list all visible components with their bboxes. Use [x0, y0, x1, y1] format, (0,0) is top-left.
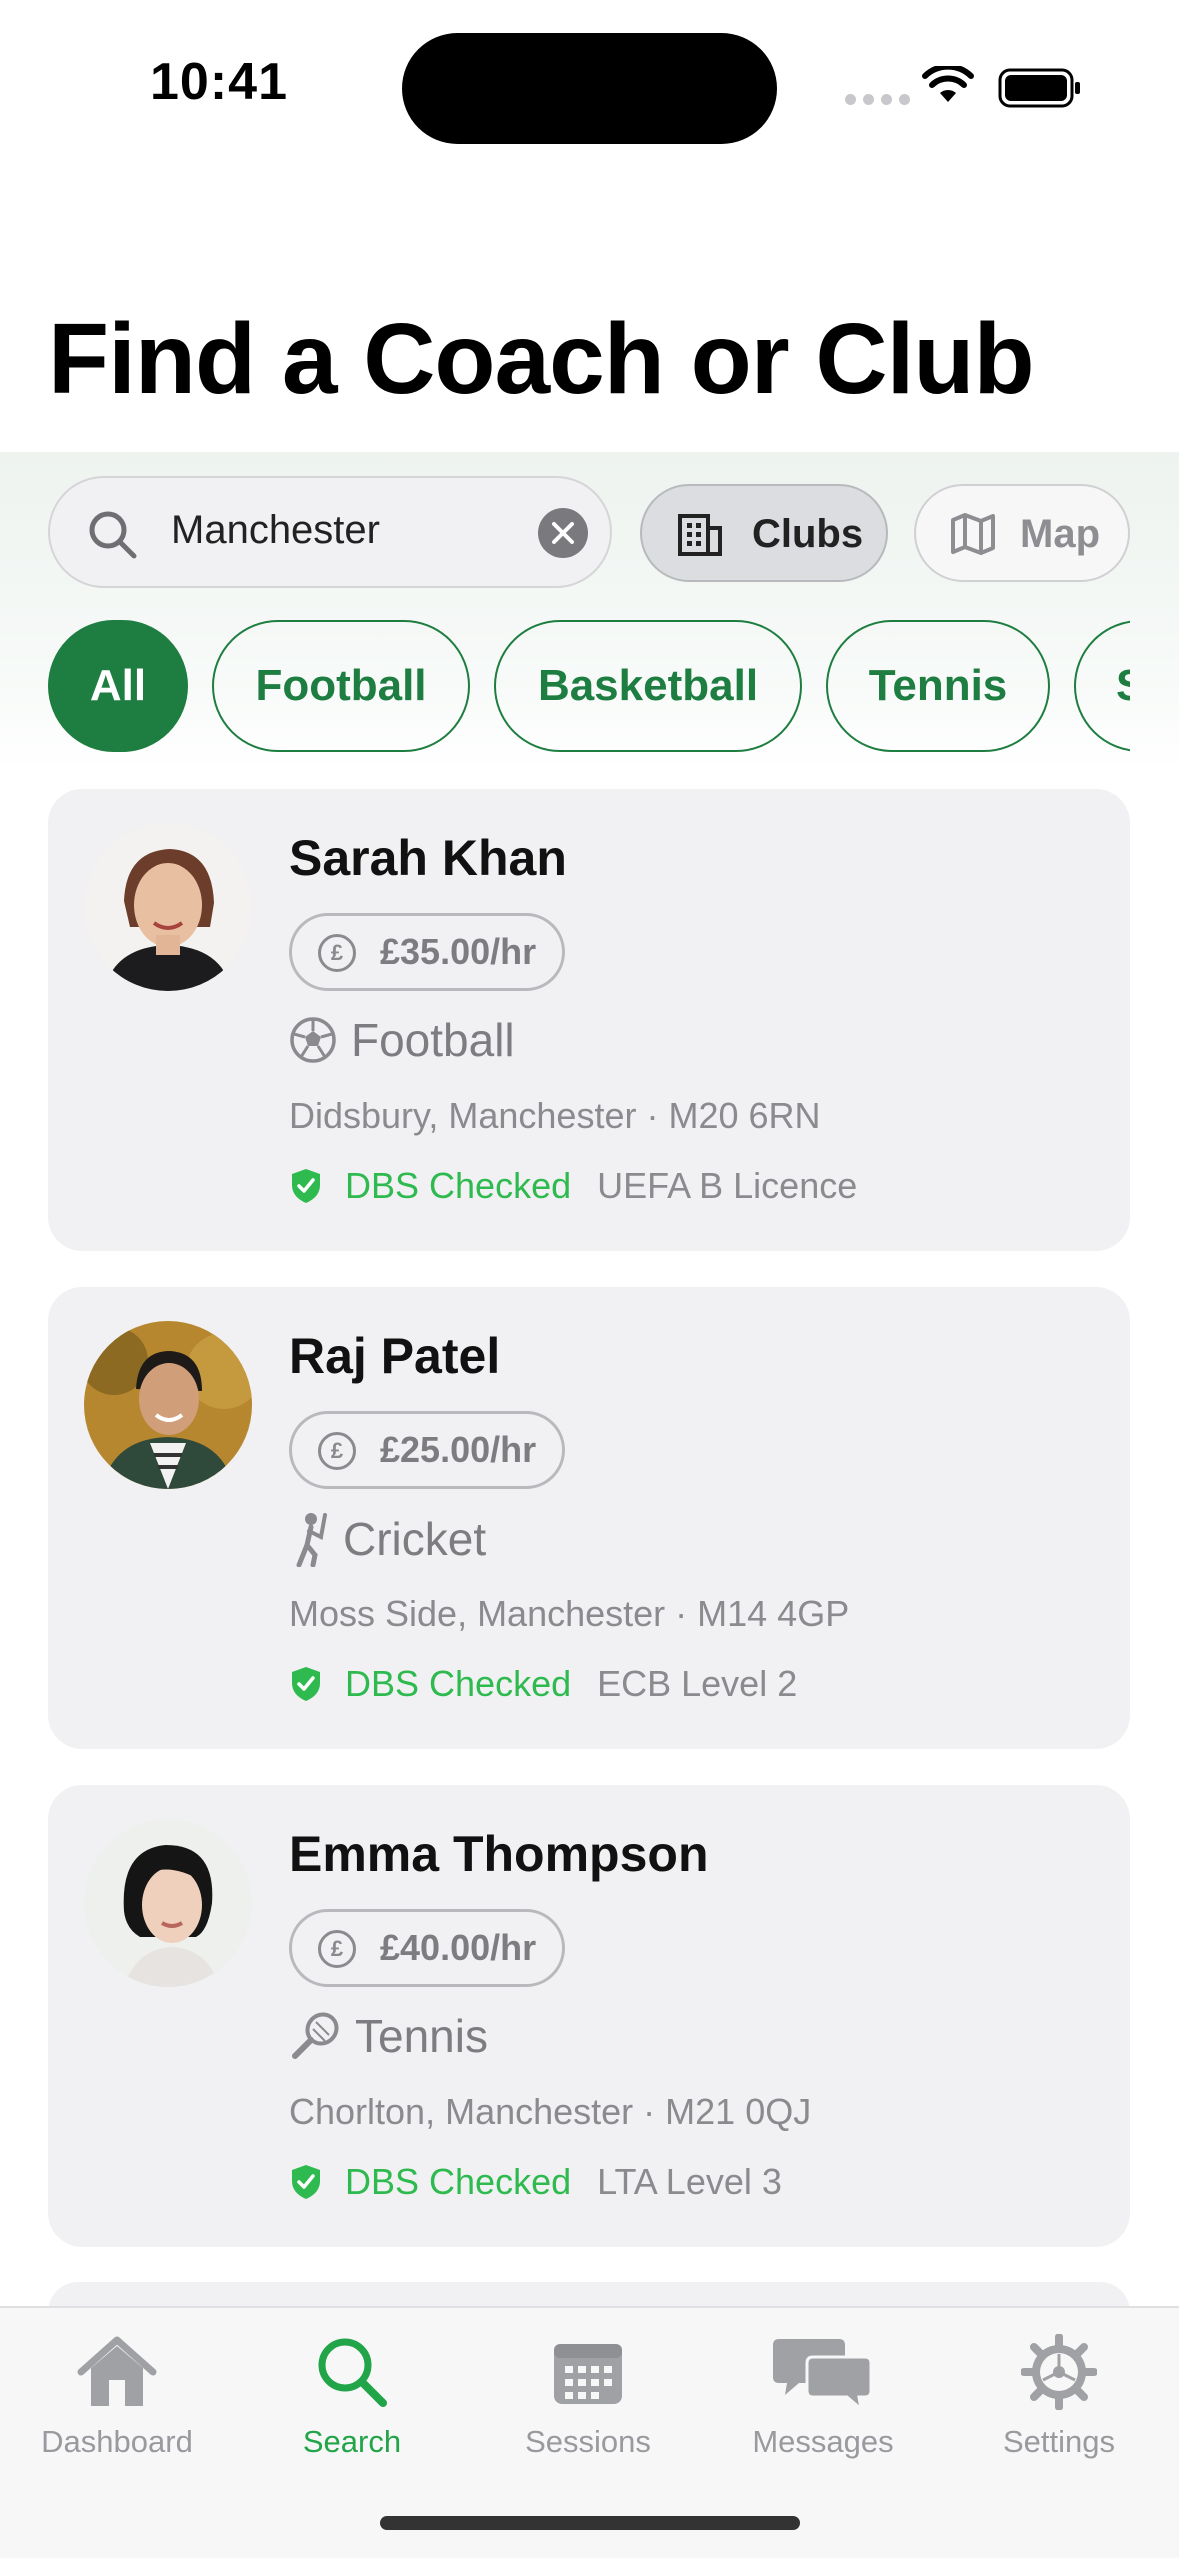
page-title: Find a Coach or Club	[48, 303, 1035, 415]
coach-card[interactable]: Sarah Khan £ £35.00/hr Football Didsbury…	[48, 789, 1130, 1251]
tab-label: Messages	[752, 2424, 894, 2459]
dbs-status: DBS Checked	[345, 1165, 572, 1206]
price-badge: £ £25.00/hr	[289, 1411, 566, 1489]
filter-chip-more[interactable]: S	[1074, 620, 1130, 752]
dbs-status: DBS Checked	[345, 2161, 572, 2202]
clubs-toggle-label: Clubs	[752, 512, 864, 556]
licence-text: LTA Level 3	[597, 2161, 782, 2202]
tab-search[interactable]: Search	[242, 2326, 462, 2460]
tennis-racket-icon	[292, 2012, 339, 2059]
wifi-icon	[922, 66, 974, 102]
clubs-toggle-button[interactable]: Clubs	[640, 484, 888, 582]
credentials-row: DBS Checked ECB Level 2	[289, 1663, 797, 1705]
cricket-icon	[296, 1513, 327, 1567]
location-text: Moss Side, Manchester · M14 4GP	[289, 1593, 850, 1634]
coach-name: Emma Thompson	[289, 1826, 709, 1882]
tab-label: Dashboard	[41, 2424, 193, 2459]
verified-shield-icon	[292, 1169, 320, 1203]
credentials-row: DBS Checked UEFA B Licence	[289, 1165, 857, 1207]
search-icon	[89, 511, 137, 559]
tab-sessions[interactable]: Sessions	[478, 2326, 698, 2460]
cellular-signal-icon	[845, 94, 910, 105]
status-time: 10:41	[150, 53, 288, 111]
sport-name: Tennis	[355, 2010, 488, 2062]
search-icon	[318, 2338, 387, 2407]
price-badge: £ £40.00/hr	[289, 1909, 566, 1987]
map-toggle-button[interactable]: Map	[914, 484, 1130, 582]
close-icon	[552, 522, 574, 544]
filter-chip-all[interactable]: All	[48, 620, 188, 752]
pound-icon: £	[318, 934, 356, 972]
price-value: £25.00/hr	[380, 1429, 537, 1470]
search-input[interactable]: Manchester	[48, 476, 612, 588]
coach-name: Raj Patel	[289, 1328, 501, 1384]
filter-chip-basketball[interactable]: Basketball	[494, 620, 802, 752]
price-badge: £ £35.00/hr	[289, 913, 566, 991]
house-icon	[77, 2336, 157, 2406]
licence-text: UEFA B Licence	[597, 1165, 858, 1206]
tab-label: Settings	[1002, 2424, 1115, 2459]
dynamic-island	[402, 33, 777, 144]
price-value: £35.00/hr	[380, 931, 537, 972]
filter-chip-football[interactable]: Football	[212, 620, 470, 752]
gear-icon	[1021, 2334, 1097, 2410]
avatar	[84, 1819, 252, 1987]
sport-label: Tennis	[289, 2009, 488, 2063]
calendar-icon	[554, 2344, 622, 2404]
verified-shield-icon	[292, 1667, 320, 1701]
avatar	[84, 823, 252, 991]
clear-search-button[interactable]	[538, 508, 588, 558]
tab-messages[interactable]: Messages	[713, 2326, 933, 2460]
tab-settings[interactable]: Settings	[949, 2326, 1169, 2460]
coach-card[interactable]: Raj Patel £ £25.00/hr Cricket Moss Side,…	[48, 1287, 1130, 1749]
location-text: Chorlton, Manchester · M21 0QJ	[289, 2091, 812, 2132]
sport-label: Football	[289, 1013, 515, 1067]
licence-text: ECB Level 2	[597, 1663, 798, 1704]
coach-card[interactable]: Emma Thompson £ £40.00/hr Tennis Chorlto…	[48, 1785, 1130, 2247]
location-text: Didsbury, Manchester · M20 6RN	[289, 1095, 821, 1136]
pound-icon: £	[318, 1432, 356, 1470]
chat-bubbles-icon	[773, 2339, 873, 2411]
verified-shield-icon	[292, 2165, 320, 2199]
sport-label: Cricket	[289, 1511, 486, 1567]
tab-dashboard[interactable]: Dashboard	[7, 2326, 227, 2460]
battery-icon	[998, 68, 1080, 108]
credentials-row: DBS Checked LTA Level 3	[289, 2161, 782, 2203]
status-bar: 10:41	[0, 0, 1179, 170]
search-input-value[interactable]: Manchester	[171, 508, 380, 553]
tab-label: Sessions	[525, 2424, 651, 2459]
football-icon	[290, 1017, 336, 1063]
map-toggle-label: Map	[1020, 512, 1100, 556]
building-icon	[678, 514, 722, 556]
coach-name: Sarah Khan	[289, 830, 567, 886]
tab-label: Search	[302, 2424, 402, 2459]
pound-icon: £	[318, 1930, 356, 1968]
price-value: £40.00/hr	[380, 1927, 537, 1968]
sport-name: Football	[351, 1014, 515, 1066]
map-icon	[951, 513, 995, 555]
dbs-status: DBS Checked	[345, 1663, 572, 1704]
filter-chip-tennis[interactable]: Tennis	[826, 620, 1050, 752]
avatar	[84, 1321, 252, 1489]
sport-filter-row: All Football Basketball Tennis S	[0, 620, 1130, 754]
home-indicator	[380, 2516, 800, 2530]
sport-name: Cricket	[343, 1513, 487, 1565]
